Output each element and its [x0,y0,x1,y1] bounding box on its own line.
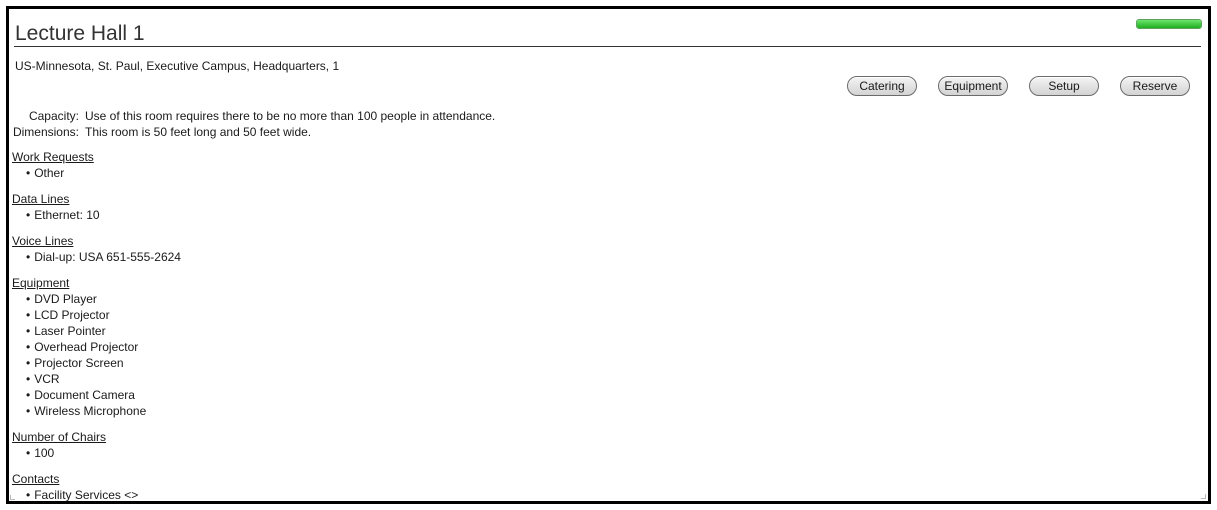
section-list: Ethernet: 10 [12,207,181,223]
list-item: Wireless Microphone [26,403,181,419]
dimensions-label: Dimensions: [12,125,79,139]
list-item: Projector Screen [26,355,181,371]
resize-grip-right[interactable] [1201,494,1206,499]
setup-button[interactable]: Setup [1029,76,1099,96]
section-voice-lines: Voice LinesDial-up: USA 651-555-2624 [12,233,181,265]
dimensions-value: This room is 50 feet long and 50 feet wi… [85,125,312,139]
section-list: Dial-up: USA 651-555-2624 [12,249,181,265]
list-item: Document Camera [26,387,181,403]
title-divider [14,46,1201,47]
section-list: Other [12,165,181,181]
section-contacts: ContactsFacility Services <> [12,471,181,501]
equipment-button[interactable]: Equipment [938,76,1008,96]
room-properties: Capacity: Use of this room requires ther… [11,108,495,140]
section-heading: Work Requests [12,150,94,164]
room-sections: Work RequestsOther Data LinesEthernet: 10… [12,149,181,501]
list-item: Laser Pointer [26,323,181,339]
status-progress-bar [1136,19,1202,29]
list-item: Dial-up: USA 651-555-2624 [26,249,181,265]
list-item: LCD Projector [26,307,181,323]
section-data-lines: Data LinesEthernet: 10 [12,191,181,223]
catering-button[interactable]: Catering [847,76,917,96]
resize-grip-left[interactable] [10,495,15,500]
capacity-row: Capacity: Use of this room requires ther… [11,108,495,124]
section-heading: Equipment [12,276,70,290]
section-list: 100 [12,445,181,461]
status-progress-fill [1137,20,1201,28]
list-item: Ethernet: 10 [26,207,181,223]
capacity-label: Capacity: [28,109,79,123]
room-location: US-Minnesota, St. Paul, Executive Campus… [15,59,340,73]
section-heading: Voice Lines [12,234,74,248]
list-item: Facility Services <> [26,487,181,501]
list-item: DVD Player [26,291,181,307]
section-list: Facility Services <> [12,487,181,501]
section-equipment: EquipmentDVD PlayerLCD ProjectorLaser Po… [12,275,181,419]
section-work-requests: Work RequestsOther [12,149,181,181]
section-list: DVD PlayerLCD ProjectorLaser PointerOver… [12,291,181,419]
section-heading: Number of Chairs [12,430,107,444]
section-heading: Contacts [12,472,60,486]
capacity-value: Use of this room requires there to be no… [85,109,496,123]
list-item: 100 [26,445,181,461]
reserve-button[interactable]: Reserve [1120,76,1190,96]
room-details-panel: Lecture Hall 1 US-Minnesota, St. Paul, E… [6,6,1211,504]
list-item: Other [26,165,181,181]
section-heading: Data Lines [12,192,70,206]
dimensions-row: Dimensions: This room is 50 feet long an… [11,124,495,140]
list-item: Overhead Projector [26,339,181,355]
section-number-of-chairs: Number of Chairs100 [12,429,181,461]
list-item: VCR [26,371,181,387]
page-title: Lecture Hall 1 [15,22,145,45]
